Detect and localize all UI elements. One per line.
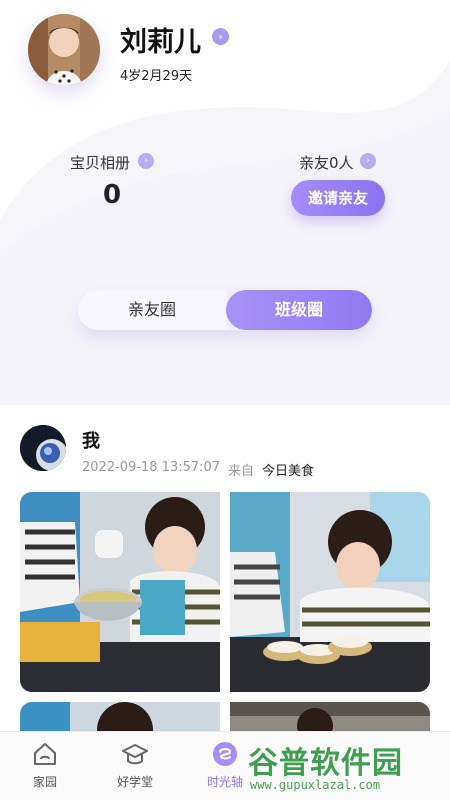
circle-segmented-control: 亲友圈 班级圈 bbox=[78, 290, 372, 330]
profile-age: 4岁2月29天 bbox=[120, 69, 193, 84]
album-count: 0 bbox=[102, 180, 122, 210]
watermark-url: www.gupuxlazal.com bbox=[250, 778, 381, 792]
post-author-name[interactable]: 我 bbox=[82, 427, 100, 453]
tab-home[interactable]: 家园 bbox=[0, 732, 90, 800]
album-label[interactable]: 宝贝相册 bbox=[70, 152, 130, 173]
tab-label: 家园 bbox=[32, 775, 57, 789]
timeline-icon bbox=[213, 742, 237, 766]
graduation-cap-icon bbox=[122, 744, 148, 765]
chevron-right-icon[interactable]: › bbox=[212, 28, 229, 45]
friends-label[interactable]: 亲友0人 bbox=[299, 152, 354, 173]
post-source[interactable]: 今日美食 bbox=[262, 460, 314, 479]
invite-friends-button[interactable]: 邀请亲友 bbox=[291, 180, 385, 216]
post-author-avatar[interactable] bbox=[20, 425, 66, 471]
tab-friends-circle[interactable]: 亲友圈 bbox=[78, 290, 226, 330]
profile-name[interactable]: 刘莉儿 bbox=[120, 20, 201, 59]
post-photo[interactable] bbox=[230, 492, 430, 692]
tab-class-circle[interactable]: 班级圈 bbox=[226, 290, 372, 330]
chevron-right-icon[interactable]: › bbox=[360, 153, 376, 169]
post-photo[interactable] bbox=[20, 492, 220, 692]
tab-label: 好学堂 bbox=[116, 775, 153, 789]
chevron-right-icon[interactable]: › bbox=[138, 153, 154, 169]
watermark: 谷普软件园 www.gupuxlazal.com bbox=[248, 738, 446, 794]
post-timestamp: 2022-09-18 13:57:07 bbox=[82, 460, 221, 475]
home-icon bbox=[34, 743, 56, 765]
profile-avatar[interactable] bbox=[28, 14, 100, 86]
tab-learning[interactable]: 好学堂 bbox=[90, 732, 180, 800]
post-source-label: 来自 bbox=[228, 464, 255, 479]
watermark-title: 谷普软件园 bbox=[248, 746, 403, 781]
